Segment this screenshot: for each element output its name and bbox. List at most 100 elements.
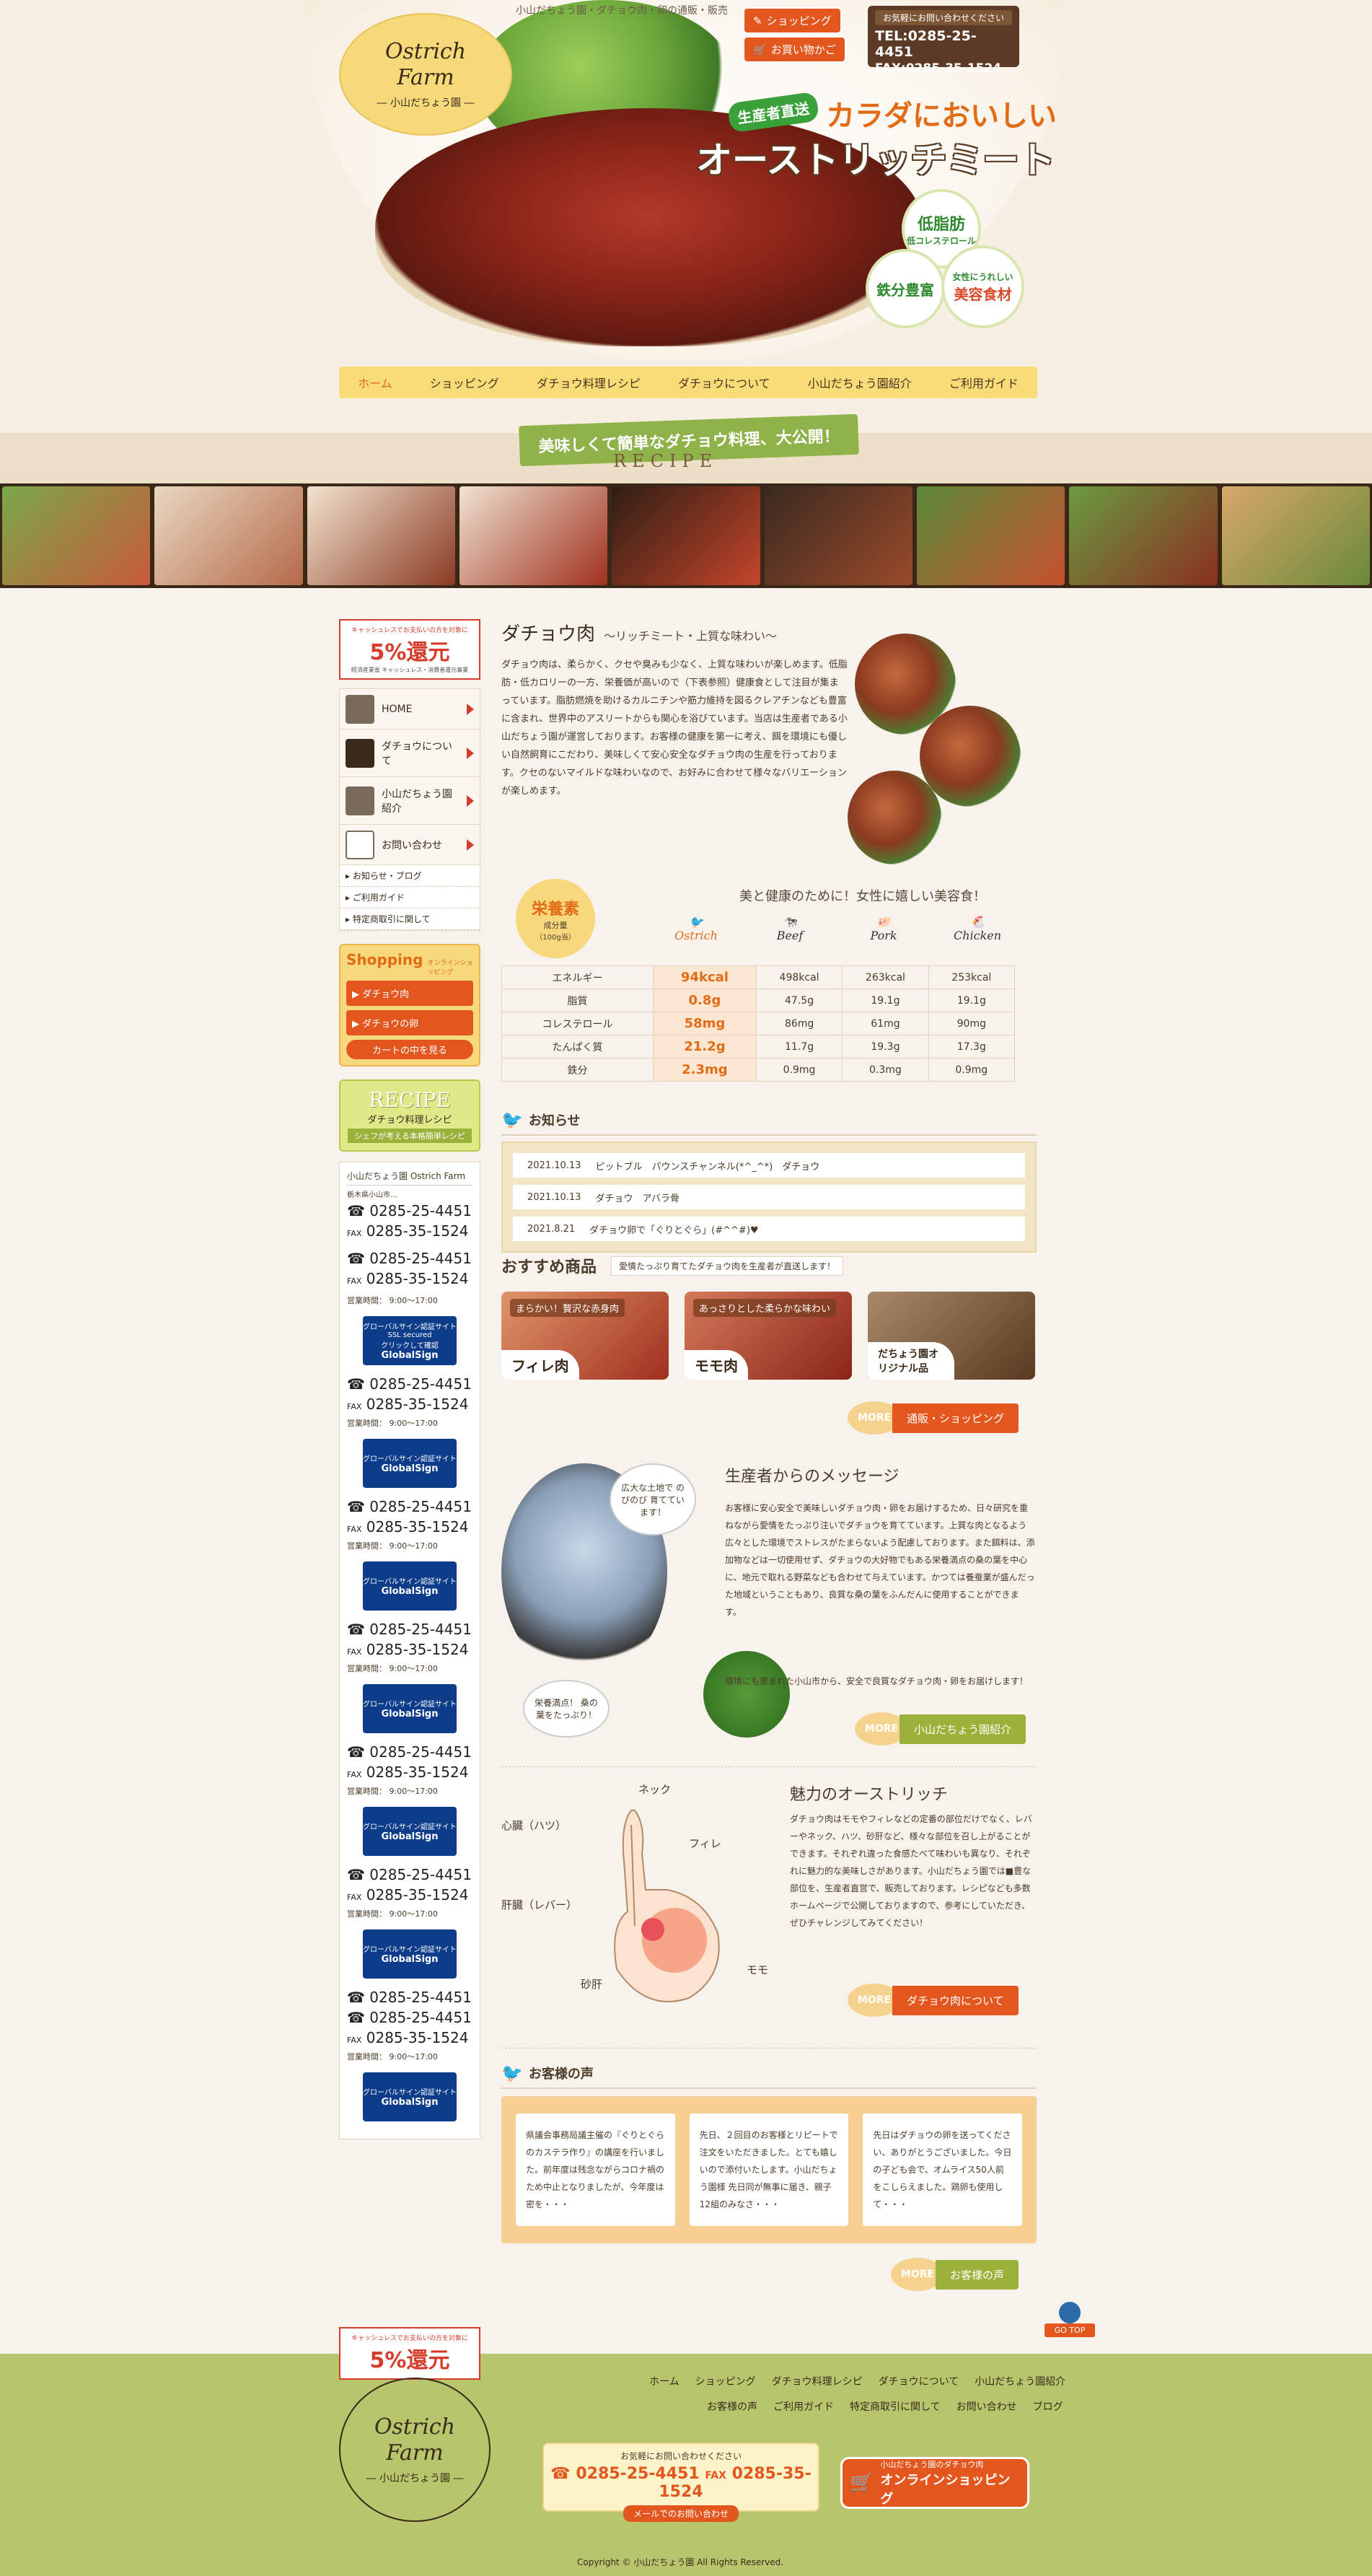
globalsign-badge[interactable]: グローバルサイン認証サイト GlobalSign (363, 1929, 457, 1979)
recipe-photo[interactable] (1221, 486, 1370, 585)
header-tel[interactable]: TEL:0285-25-4451 (875, 28, 1012, 60)
news-item[interactable]: 2021.10.13 ダチョウ アバラ骨 (513, 1185, 1025, 1209)
footer-logo[interactable]: Ostrich Farm ― 小山だちょう園 ― (339, 2378, 491, 2522)
product-caption: だちょう園オリジナル品 (868, 1342, 954, 1380)
product-thigh[interactable]: あっさりとした柔らかな味わい モモ肉 (685, 1292, 852, 1380)
footer-link[interactable]: 特定商取引に関して (850, 2399, 941, 2414)
voice-card[interactable]: 先日はダチョウの卵を送ってください、ありがとうございました。今日の子ども会で、オ… (863, 2113, 1023, 2226)
go-top-button[interactable]: GO TOP (1045, 2302, 1095, 2345)
globalsign-badge[interactable]: グローバルサイン認証サイト GlobalSign (363, 1807, 457, 1856)
side-menu-farm[interactable]: 小山だちょう園紹介 (340, 777, 480, 825)
cashless-top: キャッシュレスでお支払いの方を対象に (351, 627, 468, 634)
badge-beauty-main: 美容食材 (954, 285, 1012, 303)
recipe-photo[interactable] (2, 486, 151, 585)
side-menu-label: ダチョウについて (382, 740, 452, 767)
footer-phones: ☎ 0285-25-4451 FAX 0285-35-1524 (550, 2465, 812, 2501)
product-fillet[interactable]: まらかい！贅沢な赤身肉 フィレ肉 (501, 1292, 669, 1380)
side-menu-label: 小山だちょう園紹介 (382, 788, 452, 815)
footer-link[interactable]: ブログ (1033, 2399, 1063, 2414)
recipe-photo[interactable] (459, 486, 608, 585)
recommend-more-button[interactable]: MORE 通販・ショッピング (848, 1401, 1037, 1434)
globalsign-badge[interactable]: グローバルサイン認証サイト GlobalSign (363, 2072, 457, 2121)
footer-link[interactable]: お問い合わせ (957, 2399, 1017, 2414)
nav-home[interactable]: ホーム (358, 374, 392, 391)
recipe-photo[interactable] (154, 486, 303, 585)
cart-button-label: お買い物かご (770, 43, 836, 56)
side-view-cart[interactable]: カートの中を見る (346, 1040, 473, 1059)
main-content: ダチョウ肉 ～リッチミート・上質な味わい～ ダチョウ肉は、柔らかく、クセや臭みも… (501, 619, 1037, 2291)
side-menu-home[interactable]: HOME (340, 689, 480, 730)
voice-cards: 県議会事務局議主催の『ぐりとぐらのカステラ作り』の講座を行いました。前年度は残念… (501, 2096, 1037, 2243)
footer-link[interactable]: ダチョウについて (879, 2374, 959, 2388)
more-link-label: 通販・ショッピング (892, 1403, 1019, 1433)
side-menu-label: お問い合わせ (382, 839, 442, 851)
news-item[interactable]: 2021.10.13 ピットブル パウンスチャンネル(*^_^*) ダチョウ (513, 1153, 1025, 1178)
voice-more-button[interactable]: MORE お客様の声 (891, 2258, 1037, 2291)
side-link-guide[interactable]: ▸ ご利用ガイド (340, 887, 480, 908)
side-shop-label: カートの中を見る (371, 1046, 447, 1056)
side-shop-egg[interactable]: ▶ ダチョウの卵 (346, 1010, 473, 1035)
footer-shop-button[interactable]: 🛒 小山だちょう園のダチョウ肉 オンラインショッピング (840, 2457, 1029, 2509)
recipe-photo[interactable] (307, 486, 455, 585)
footer-link[interactable]: ホーム (649, 2374, 680, 2388)
globalsign-badge[interactable]: グローバルサイン認証サイト GlobalSign (363, 1561, 457, 1611)
recipe-photo[interactable] (612, 486, 760, 585)
globalsign-badge[interactable]: グローバルサイン認証サイト GlobalSign (363, 1439, 457, 1488)
nav-recipe[interactable]: ダチョウ料理レシピ (537, 374, 641, 391)
side-menu: HOME ダチョウについて 小山だちょう園紹介 お問い合わせ ▸ お知らせ・ブロ… (339, 688, 480, 931)
message-more-button[interactable]: MORE 小山だちょう園紹介 (855, 1712, 1026, 1745)
cow-icon: 🐄 Beef (776, 915, 804, 942)
recipe-photo[interactable] (1069, 486, 1218, 585)
footer-link[interactable]: ダチョウ料理レシピ (772, 2374, 863, 2388)
globalsign-badge[interactable]: グローバルサイン認証サイト GlobalSign (363, 1684, 457, 1733)
charm-section: ネック 心臓（ハツ） フィレ 肝臓（レバー） モモ 砂肝 魅力のオーストリッチ … (501, 1766, 1037, 2048)
cell: 0.9mg (755, 1058, 843, 1082)
recipe-photo[interactable] (764, 486, 913, 585)
side-shop-meat[interactable]: ▶ ダチョウ肉 (346, 981, 473, 1006)
footer-link[interactable]: 小山だちょう園紹介 (975, 2374, 1065, 2388)
cashless-main: 5%還元 (369, 2348, 450, 2373)
cart-button[interactable]: 🛒 お買い物かご (743, 36, 846, 63)
footer-link[interactable]: ご利用ガイド (773, 2399, 834, 2414)
recipe-label: RECIPE (613, 451, 718, 471)
voice-title: お客様の声 (528, 2067, 594, 2082)
news-date: 2021.10.13 (527, 1191, 581, 1203)
side-shop-label: ダチョウの卵 (362, 1019, 419, 1030)
cashless-banner[interactable]: キャッシュレスでお支払いの方を対象に 5%還元 経済産業省 キャッシュレス・消費… (339, 619, 480, 680)
recipe-photo[interactable] (916, 486, 1065, 585)
shopping-icon: ✎ (753, 14, 762, 27)
nav-guide[interactable]: ご利用ガイド (949, 374, 1019, 391)
shopping-button[interactable]: ✎ ショッピング (743, 7, 842, 34)
side-link-law[interactable]: ▸ 特定商取引に関して (340, 908, 480, 930)
footer-link[interactable]: ショッピング (695, 2374, 756, 2388)
nav-shopping[interactable]: ショッピング (430, 374, 499, 391)
side-tel: ☎ 0285-25-4451 (347, 1989, 472, 2006)
news-date: 2021.8.21 (527, 1223, 576, 1235)
site-logo[interactable]: Ostrich Farm ― 小山だちょう園 ― (339, 13, 512, 136)
side-link-news[interactable]: ▸ お知らせ・ブログ (340, 865, 480, 887)
voice-card[interactable]: 県議会事務局議主催の『ぐりとぐらのカステラ作り』の講座を行いました。前年度は残念… (516, 2113, 675, 2226)
nav-farm-intro[interactable]: 小山だちょう園紹介 (808, 374, 912, 391)
side-menu-contact[interactable]: お問い合わせ (340, 825, 480, 865)
catch-line1: カラダにおいしい (826, 99, 1057, 133)
copyright: Copyright © 小山だちょう園 All Rights Reserved. (577, 2557, 784, 2567)
side-recipe-box[interactable]: RECIPE ダチョウ料理レシピ シェフが考える本格簡単レシピ (339, 1079, 480, 1152)
footer-cashless-banner[interactable]: キャッシュレスでお支払いの方を対象に 5%還元 (339, 2327, 480, 2380)
footer-link[interactable]: お客様の声 (707, 2399, 757, 2414)
globalsign-badge[interactable]: グローバルサイン認証サイト SSL secured クリックして確認 Globa… (363, 1316, 457, 1365)
product-note: まらかい！贅沢な赤身肉 (510, 1299, 625, 1317)
row-label: 鉄分 (501, 1058, 654, 1082)
footer-mail-button[interactable]: メールでのお問い合わせ (623, 2505, 739, 2522)
nav-about-ostrich[interactable]: ダチョウについて (678, 374, 770, 391)
footer-tel[interactable]: 0285-25-4451 (576, 2465, 699, 2483)
more-link-label: 小山だちょう園紹介 (900, 1714, 1026, 1744)
cart-icon: 🛒 (850, 2472, 874, 2494)
product-original[interactable]: だちょう園オリジナル品 (868, 1292, 1035, 1380)
ostrich-icon (346, 738, 374, 768)
news-item[interactable]: 2021.8.21 ダチョウ卵で「ぐりとぐら」(#^^#)♥ (513, 1217, 1025, 1241)
charm-more-button[interactable]: MORE ダチョウ肉について (848, 1984, 1019, 2017)
voice-card[interactable]: 先日、２回目のお客様とリピートで注文をいただきました。とても嬉しいので添付いたし… (689, 2113, 849, 2226)
side-fax-number: 0285-35-1524 (366, 1886, 469, 1903)
table-row: たんぱく質 21.2g 11.7g 19.3g 17.3g (501, 1035, 1016, 1059)
side-menu-about[interactable]: ダチョウについて (340, 730, 480, 777)
